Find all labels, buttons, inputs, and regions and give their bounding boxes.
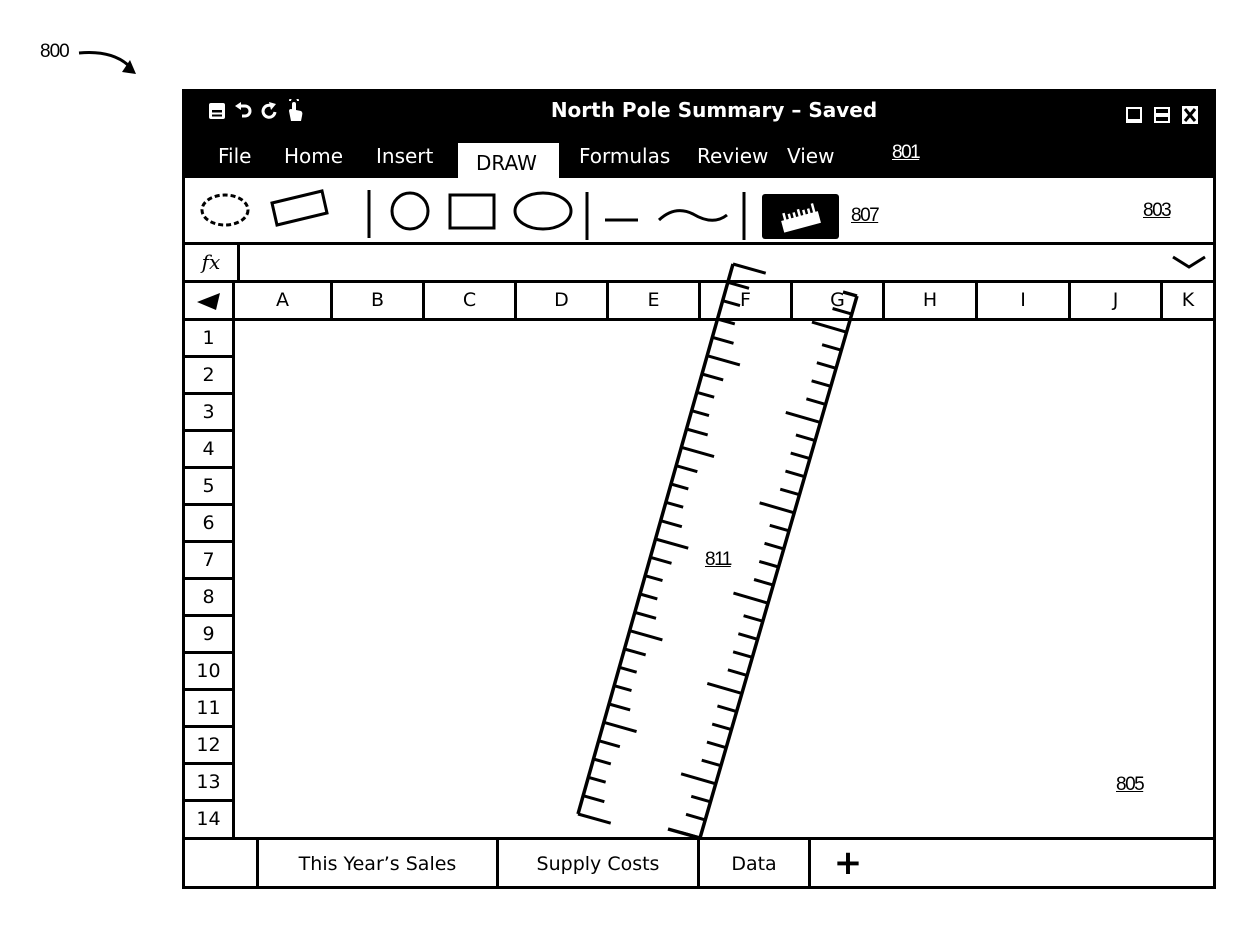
reference-811: 811	[705, 549, 732, 570]
reference-803: 803	[1143, 200, 1172, 221]
chevron-down-icon[interactable]	[1171, 251, 1207, 273]
column-header-h[interactable]: H	[885, 283, 978, 318]
column-header-d[interactable]: D	[517, 283, 609, 318]
column-header-i[interactable]: I	[978, 283, 1071, 318]
row-header-3[interactable]: 3	[185, 395, 235, 432]
draw-ribbon: 807 803	[185, 178, 1213, 245]
row-header-13[interactable]: 13	[185, 765, 235, 802]
sheet-tab-supply-costs[interactable]: Supply Costs	[499, 840, 700, 889]
window-title: North Pole Summary – Saved	[550, 98, 878, 122]
tab-formulas[interactable]: Formulas	[579, 144, 670, 168]
row-header-1[interactable]: 1	[185, 321, 235, 358]
row-header-11[interactable]: 11	[185, 691, 235, 728]
figure-arrow-icon	[78, 51, 136, 74]
sheet-tab-bar: This Year’s Sales Supply Costs Data +	[185, 837, 1213, 889]
tab-home[interactable]: Home	[284, 144, 343, 168]
row-header-6[interactable]: 6	[185, 506, 235, 543]
tab-insert[interactable]: Insert	[376, 144, 433, 168]
row-header-7[interactable]: 7	[185, 543, 235, 580]
circle-icon[interactable]	[390, 191, 430, 231]
reference-805: 805	[1116, 774, 1145, 795]
add-sheet-button[interactable]: +	[811, 840, 885, 889]
row-header-10[interactable]: 10	[185, 654, 235, 691]
figure-reference-label: 800	[40, 41, 70, 62]
window-controls	[1125, 106, 1199, 124]
tab-view[interactable]: View	[787, 144, 834, 168]
column-header-k[interactable]: K	[1163, 283, 1213, 318]
row-header-8[interactable]: 8	[185, 580, 235, 617]
sheet-tab-data[interactable]: Data	[700, 840, 811, 889]
column-header-row: A B C D E F G H I J K	[185, 283, 1213, 321]
column-header-g[interactable]: G	[793, 283, 885, 318]
reference-801: 801	[892, 142, 921, 163]
ellipse-icon[interactable]	[513, 191, 573, 231]
row-header-4[interactable]: 4	[185, 432, 235, 469]
row-header-12[interactable]: 12	[185, 728, 235, 765]
formula-input[interactable]	[240, 245, 1173, 282]
minimize-icon[interactable]	[1125, 106, 1143, 124]
maximize-icon[interactable]	[1153, 106, 1171, 124]
ruler-tool-button[interactable]	[762, 194, 839, 239]
fx-label[interactable]: fx	[185, 245, 240, 280]
rotated-rectangle-icon[interactable]	[270, 189, 329, 227]
reference-807: 807	[851, 205, 880, 226]
sheet-nav-area[interactable]	[185, 840, 259, 889]
sheet-tab-this-years-sales[interactable]: This Year’s Sales	[259, 840, 499, 889]
row-header-2[interactable]: 2	[185, 358, 235, 395]
close-icon[interactable]	[1181, 106, 1199, 124]
row-header-5[interactable]: 5	[185, 469, 235, 506]
tab-review[interactable]: Review	[697, 144, 768, 168]
select-all-triangle-icon	[197, 293, 220, 310]
column-header-e[interactable]: E	[609, 283, 701, 318]
column-header-c[interactable]: C	[425, 283, 517, 318]
select-all-button[interactable]	[185, 283, 235, 318]
spreadsheet-window: North Pole Summary – Saved File Home Ins…	[182, 89, 1216, 889]
title-bar: North Pole Summary – Saved File Home Ins…	[185, 92, 1213, 178]
formula-bar: fx	[185, 245, 1213, 283]
rectangle-icon[interactable]	[448, 193, 496, 230]
row-header-14[interactable]: 14	[185, 802, 235, 839]
tab-file[interactable]: File	[218, 144, 251, 168]
column-header-a[interactable]: A	[235, 283, 333, 318]
column-header-b[interactable]: B	[333, 283, 425, 318]
tab-draw[interactable]: DRAW	[458, 143, 559, 178]
curve-icon[interactable]	[657, 209, 728, 222]
column-header-j[interactable]: J	[1071, 283, 1163, 318]
row-header-9[interactable]: 9	[185, 617, 235, 654]
lasso-select-icon[interactable]	[200, 193, 250, 227]
menu-bar: File Home Insert DRAW Formulas Review Vi…	[185, 136, 1213, 178]
